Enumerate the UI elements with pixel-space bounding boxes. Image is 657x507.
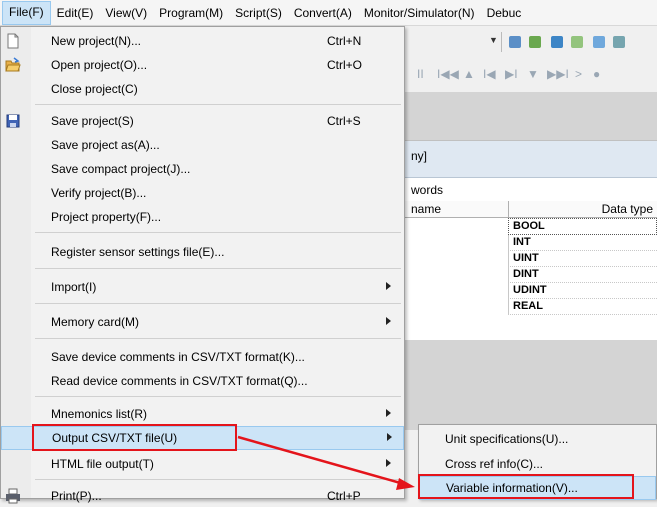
annotation-arrow [237,435,415,490]
